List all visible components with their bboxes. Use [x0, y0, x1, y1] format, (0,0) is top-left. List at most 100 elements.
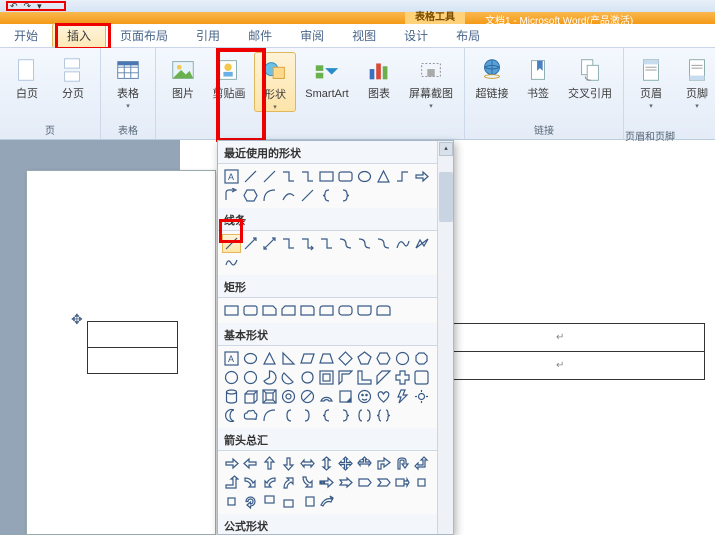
screenshot-button[interactable]: 屏幕截图 ▾ — [404, 52, 458, 110]
shape-arr-callout-lr[interactable] — [412, 473, 431, 492]
shape-arr-updown[interactable] — [317, 454, 336, 473]
table-move-handle-icon[interactable]: ✥ — [71, 311, 83, 328]
shape-double-brace[interactable] — [374, 406, 393, 425]
tab-view[interactable]: 视图 — [338, 24, 390, 47]
shape-no[interactable] — [298, 387, 317, 406]
shape-turn[interactable] — [222, 186, 241, 205]
document-table[interactable] — [87, 321, 178, 374]
shape-pentagon[interactable] — [355, 349, 374, 368]
shape-arr-callout-u[interactable] — [279, 492, 298, 511]
shape-chord[interactable] — [279, 368, 298, 387]
shape-moon[interactable] — [222, 406, 241, 425]
panel-scrollbar[interactable]: ▴ — [437, 141, 453, 534]
shape-curved-arrow-conn[interactable] — [355, 234, 374, 253]
shape-l[interactable] — [355, 368, 374, 387]
shape-textbox2[interactable]: A — [222, 349, 241, 368]
shapes-button[interactable]: 形状 ▾ — [254, 52, 296, 112]
shape-smiley[interactable] — [355, 387, 374, 406]
footer-button[interactable]: 页脚 ▾ — [676, 52, 715, 110]
shape-rect9[interactable] — [374, 301, 393, 320]
shape-arrow-right[interactable] — [412, 167, 431, 186]
shape-elbow-double-arrow[interactable] — [317, 234, 336, 253]
shape-roundrect[interactable] — [336, 167, 355, 186]
clipart-button[interactable]: 剪贴画 — [208, 52, 250, 100]
shape-textbox[interactable]: A — [222, 167, 241, 186]
shape-curve2[interactable] — [393, 234, 412, 253]
shape-rect4[interactable] — [279, 301, 298, 320]
shape-hexagon2[interactable] — [374, 349, 393, 368]
shape-brace-r2[interactable] — [336, 406, 355, 425]
shape-elbow-conn[interactable] — [279, 234, 298, 253]
shape-arr-bent[interactable] — [374, 454, 393, 473]
shape-connector[interactable] — [393, 167, 412, 186]
shape-rect3[interactable] — [260, 301, 279, 320]
shape-tri-iso[interactable] — [260, 349, 279, 368]
shape-heptagon[interactable] — [393, 349, 412, 368]
shape-arr-curve-r[interactable] — [241, 473, 260, 492]
shape-brace-l2[interactable] — [317, 406, 336, 425]
shape-line[interactable] — [241, 167, 260, 186]
document-page[interactable]: ✥ — [26, 170, 216, 535]
scroll-thumb[interactable] — [439, 172, 453, 222]
shape-half-frame[interactable] — [336, 368, 355, 387]
shape-line-arrow[interactable] — [241, 234, 260, 253]
shape-diamond[interactable] — [336, 349, 355, 368]
shape-lightning[interactable] — [393, 387, 412, 406]
shape-diag-stripe[interactable] — [374, 368, 393, 387]
tab-table-layout[interactable]: 布局 — [442, 24, 494, 47]
shape-arr-callout-d[interactable] — [260, 492, 279, 511]
shape-line3[interactable] — [298, 186, 317, 205]
shape-tri-right[interactable] — [279, 349, 298, 368]
shape-arr-swoosh[interactable] — [317, 492, 336, 511]
tab-design[interactable]: 设计 — [390, 24, 442, 47]
shape-bracket-r[interactable] — [298, 406, 317, 425]
shape-dodecagon[interactable] — [241, 368, 260, 387]
shape-donut[interactable] — [279, 387, 298, 406]
shape-double-bracket[interactable] — [355, 406, 374, 425]
crossref-button[interactable]: 交叉引用 — [563, 52, 617, 100]
shape-decagon[interactable] — [222, 368, 241, 387]
shape-arr-circ[interactable] — [241, 492, 260, 511]
shape-arr-curve-u[interactable] — [279, 473, 298, 492]
shape-line2[interactable] — [260, 167, 279, 186]
page-break-button[interactable]: 分页 — [52, 52, 94, 100]
bookmark-button[interactable]: 书签 — [517, 52, 559, 100]
shape-arc[interactable] — [260, 186, 279, 205]
shape-arr-uturn[interactable] — [393, 454, 412, 473]
shape-rect7[interactable] — [336, 301, 355, 320]
picture-button[interactable]: 图片 — [162, 52, 204, 100]
shape-rect1[interactable] — [222, 301, 241, 320]
shape-cross[interactable] — [393, 368, 412, 387]
shape-arr-leftright[interactable] — [298, 454, 317, 473]
tab-mailings[interactable]: 邮件 — [234, 24, 286, 47]
shape-connector-elbow[interactable] — [279, 167, 298, 186]
shape-block-arc[interactable] — [317, 387, 336, 406]
chart-button[interactable]: 图表 — [358, 52, 400, 100]
shape-brace-left[interactable] — [317, 186, 336, 205]
shape-curve[interactable] — [279, 186, 298, 205]
shape-line-double-arrow[interactable] — [260, 234, 279, 253]
shape-freeform[interactable] — [412, 234, 431, 253]
shape-arr-callout-l[interactable] — [298, 492, 317, 511]
shape-scribble[interactable] — [222, 253, 241, 272]
shape-rect5[interactable] — [298, 301, 317, 320]
shape-pie[interactable] — [260, 368, 279, 387]
shape-curved-conn[interactable] — [336, 234, 355, 253]
shape-elbow-arrow-conn[interactable] — [298, 234, 317, 253]
shape-arr-notched[interactable] — [336, 473, 355, 492]
shape-cube[interactable] — [241, 387, 260, 406]
smartart-button[interactable]: SmartArt — [300, 52, 354, 100]
tab-insert[interactable]: 插入 — [52, 23, 106, 47]
shape-arr-right[interactable] — [222, 454, 241, 473]
hyperlink-button[interactable]: 超链接 — [471, 52, 513, 100]
shape-bracket-l[interactable] — [279, 406, 298, 425]
shape-bevel[interactable] — [260, 387, 279, 406]
shape-arr-curve-d[interactable] — [298, 473, 317, 492]
shape-heart[interactable] — [374, 387, 393, 406]
shape-triangle[interactable] — [374, 167, 393, 186]
shape-plaque[interactable] — [412, 368, 431, 387]
shape-arr-callout-r[interactable] — [393, 473, 412, 492]
shape-parallelogram[interactable] — [298, 349, 317, 368]
shape-folded[interactable] — [336, 387, 355, 406]
shape-arr-chevron[interactable] — [374, 473, 393, 492]
